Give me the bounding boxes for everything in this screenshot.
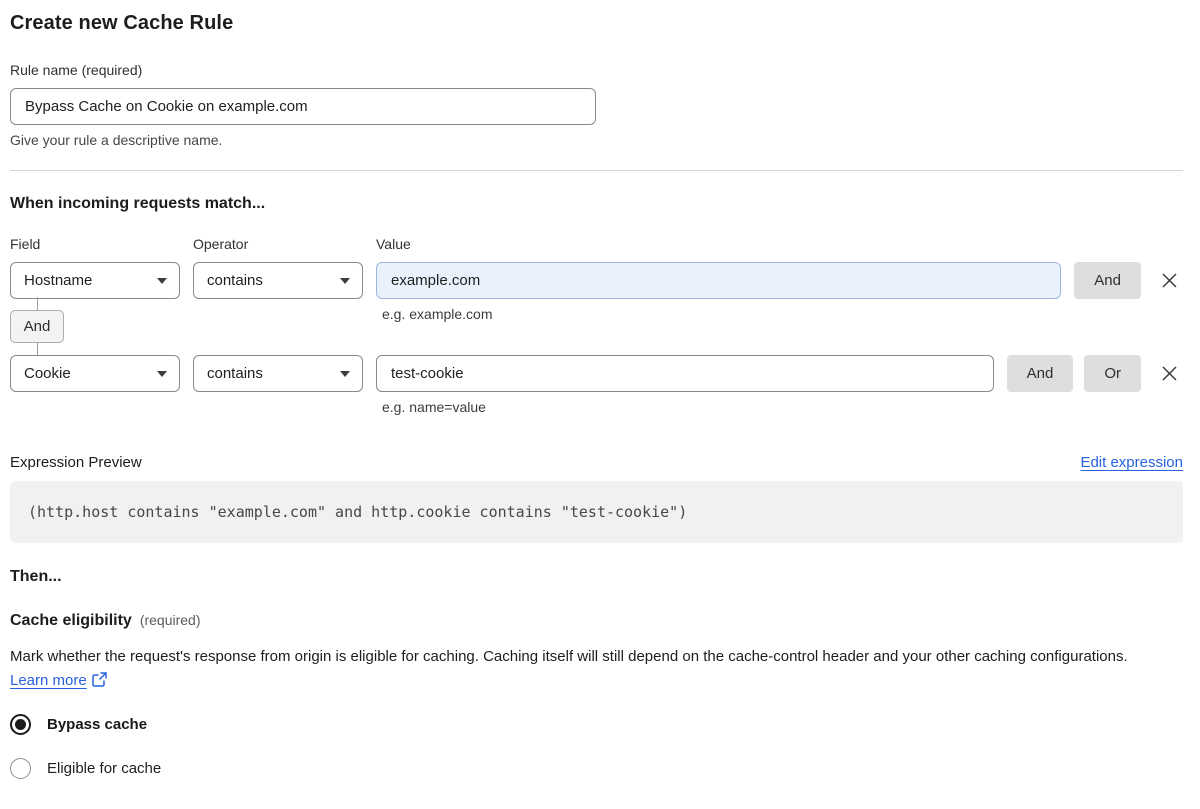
then-section-heading: Then... <box>10 568 62 585</box>
description-text: Mark whether the request's response from… <box>10 648 1128 665</box>
match-section-heading: When incoming requests match... <box>10 195 266 212</box>
cache-eligibility-title: Cache eligibility <box>10 612 132 629</box>
remove-condition-row-1-button[interactable] <box>1159 262 1180 299</box>
row-2-actions: And Or <box>1006 355 1183 392</box>
expression-preview-label: Expression Preview <box>10 454 142 471</box>
bypass-cache-label: Bypass cache <box>47 716 148 733</box>
and-button-row-2[interactable]: And <box>1006 355 1074 392</box>
radio-selected-icon[interactable] <box>10 714 31 735</box>
cache-eligibility-heading: Cache eligibility (required) <box>10 612 1183 630</box>
value-input-2[interactable] <box>376 355 994 392</box>
radio-option-bypass-cache[interactable]: Bypass cache <box>10 714 1183 735</box>
rule-name-input[interactable] <box>10 88 596 125</box>
condition-connector: And <box>10 297 130 355</box>
chevron-down-icon <box>157 370 167 377</box>
radio-option-eligible-for-cache[interactable]: Eligible for cache <box>10 758 1183 779</box>
connector-and-button[interactable]: And <box>10 310 64 343</box>
value-column-label: Value <box>376 236 411 252</box>
expression-preview-header: Expression Preview Edit expression <box>10 454 1183 471</box>
operator-column-label: Operator <box>193 236 249 252</box>
value-hint-1: e.g. example.com <box>382 306 493 322</box>
condition-row-2: Cookie contains e.g. name=value And Or <box>10 355 1183 415</box>
field-select-2[interactable]: Cookie <box>10 355 180 392</box>
condition-row-1: Hostname contains e.g. example.com And <box>10 262 1183 322</box>
value-column-2: e.g. name=value <box>376 355 994 415</box>
remove-condition-row-2-button[interactable] <box>1159 355 1180 392</box>
close-x-icon <box>1162 273 1177 288</box>
and-button-row-1[interactable]: And <box>1074 262 1141 299</box>
cache-eligibility-description: Mark whether the request's response from… <box>10 645 1170 695</box>
operator-select-2[interactable]: contains <box>193 355 363 392</box>
chevron-down-icon <box>157 277 167 284</box>
radio-unselected-icon[interactable] <box>10 758 31 779</box>
field-select-2-value: Cookie <box>24 365 71 382</box>
row-1-actions: And <box>1074 262 1183 299</box>
learn-more-link[interactable]: Learn more <box>10 672 87 689</box>
section-divider <box>10 170 1183 171</box>
field-column-label: Field <box>10 236 41 252</box>
create-cache-rule-page: Create new Cache Rule Rule name (require… <box>0 0 1200 809</box>
edit-expression-link[interactable]: Edit expression <box>1080 454 1183 471</box>
field-select-1[interactable]: Hostname <box>10 262 180 299</box>
operator-select-2-value: contains <box>207 365 263 382</box>
operator-select-1-value: contains <box>207 272 263 289</box>
close-x-icon <box>1162 366 1177 381</box>
value-input-1[interactable] <box>376 262 1062 299</box>
external-link-icon <box>91 671 107 695</box>
chevron-down-icon <box>340 370 350 377</box>
rule-name-help: Give your rule a descriptive name. <box>10 132 223 148</box>
expression-code-block: (http.host contains "example.com" and ht… <box>10 481 1183 543</box>
or-button-row-2[interactable]: Or <box>1084 355 1141 392</box>
value-column-1: e.g. example.com <box>376 262 1062 322</box>
rule-name-section: Rule name (required) Give your rule a de… <box>10 62 1183 148</box>
value-hint-2: e.g. name=value <box>382 399 486 415</box>
operator-select-1[interactable]: contains <box>193 262 363 299</box>
rule-name-label: Rule name (required) <box>10 62 143 78</box>
chevron-down-icon <box>340 277 350 284</box>
condition-column-labels: Field Operator Value <box>10 236 1183 252</box>
field-select-1-value: Hostname <box>24 272 93 289</box>
eligible-for-cache-label: Eligible for cache <box>47 760 162 777</box>
page-title: Create new Cache Rule <box>10 12 234 34</box>
required-note: (required) <box>139 612 201 628</box>
